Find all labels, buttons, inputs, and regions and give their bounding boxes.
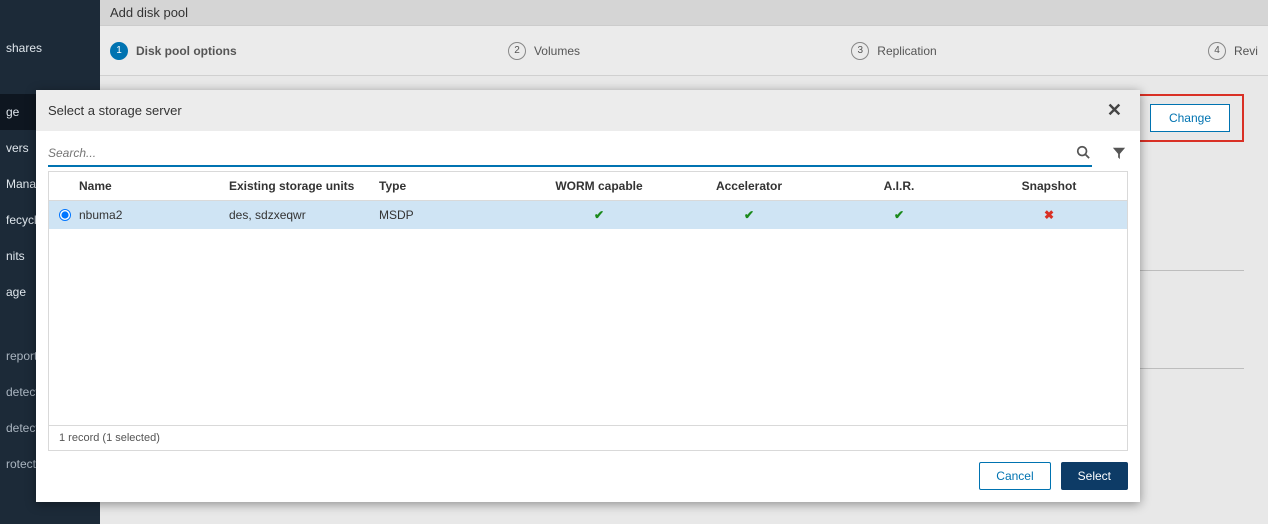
- step-number: 4: [1208, 42, 1226, 60]
- step-number: 1: [110, 42, 128, 60]
- col-header-type[interactable]: Type: [379, 179, 524, 193]
- step-review[interactable]: 4 Revi: [1208, 42, 1258, 60]
- col-header-worm[interactable]: WORM capable: [524, 179, 674, 193]
- row-radio[interactable]: [59, 209, 71, 221]
- modal-actions: Cancel Select: [36, 451, 1140, 502]
- col-header-accel[interactable]: Accelerator: [674, 179, 824, 193]
- search-input[interactable]: [48, 143, 1074, 163]
- step-volumes[interactable]: 2 Volumes: [508, 42, 580, 60]
- search-icon[interactable]: [1074, 145, 1092, 162]
- col-header-units[interactable]: Existing storage units: [229, 179, 379, 193]
- step-label: Replication: [877, 44, 936, 58]
- storage-server-table: Name Existing storage units Type WORM ca…: [48, 171, 1128, 451]
- step-label: Disk pool options: [136, 44, 237, 58]
- check-icon: ✔: [744, 208, 754, 222]
- change-button-highlight: Change: [1136, 94, 1244, 142]
- cell-snap: ✖: [974, 208, 1124, 222]
- x-icon: ✖: [1044, 208, 1054, 222]
- modal-header: Select a storage server ✕: [36, 90, 1140, 131]
- close-icon[interactable]: ✕: [1101, 99, 1128, 122]
- check-icon: ✔: [894, 208, 904, 222]
- col-header-name[interactable]: Name: [79, 179, 229, 193]
- stepper: 1 Disk pool options 2 Volumes 3 Replicat…: [100, 26, 1268, 76]
- page-title: Add disk pool: [100, 0, 1268, 26]
- cell-name: nbuma2: [79, 208, 229, 222]
- step-number: 2: [508, 42, 526, 60]
- table-header-row: Name Existing storage units Type WORM ca…: [49, 172, 1127, 201]
- col-header-air[interactable]: A.I.R.: [824, 179, 974, 193]
- check-icon: ✔: [594, 208, 604, 222]
- select-storage-server-modal: Select a storage server ✕ Name: [36, 90, 1140, 502]
- search-field-wrap: [48, 141, 1092, 167]
- cell-air: ✔: [824, 208, 974, 222]
- step-replication[interactable]: 3 Replication: [851, 42, 936, 60]
- change-button[interactable]: Change: [1150, 104, 1230, 132]
- cell-units: des, sdzxeqwr: [229, 208, 379, 222]
- cell-accel: ✔: [674, 208, 824, 222]
- filter-icon[interactable]: [1110, 146, 1128, 163]
- step-label: Volumes: [534, 44, 580, 58]
- cell-type: MSDP: [379, 208, 524, 222]
- step-number: 3: [851, 42, 869, 60]
- sidebar-item[interactable]: shares: [0, 30, 100, 66]
- step-disk-pool-options[interactable]: 1 Disk pool options: [110, 42, 237, 60]
- table-footer: 1 record (1 selected): [49, 425, 1127, 450]
- step-label: Revi: [1234, 44, 1258, 58]
- cancel-button[interactable]: Cancel: [979, 462, 1050, 490]
- select-button[interactable]: Select: [1061, 462, 1128, 490]
- modal-title-text: Select a storage server: [48, 103, 182, 118]
- col-header-snap[interactable]: Snapshot: [974, 179, 1124, 193]
- table-row[interactable]: nbuma2des, sdzxeqwrMSDP ✔ ✔ ✔ ✖: [49, 201, 1127, 229]
- cell-worm: ✔: [524, 208, 674, 222]
